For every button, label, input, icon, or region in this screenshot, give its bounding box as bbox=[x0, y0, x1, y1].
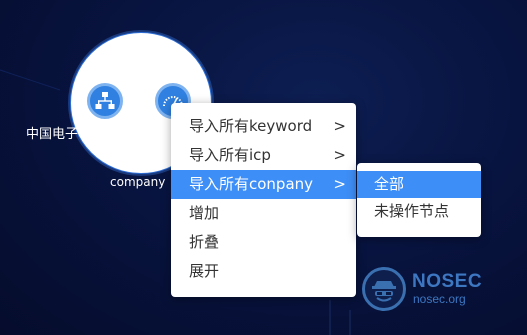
submenu-item-unprocessed[interactable]: 未操作节点 bbox=[357, 198, 481, 225]
chevron-right-icon: > bbox=[333, 146, 346, 164]
submenu-item-label: 未操作节点 bbox=[374, 202, 450, 220]
graph-canvas[interactable]: 中国电子 company 导入所有keyword > 导入所有icp > 导入所… bbox=[0, 0, 527, 335]
nosec-watermark: NOSEC nosec.org bbox=[362, 265, 512, 315]
menu-item-label: 折叠 bbox=[189, 233, 220, 251]
menu-item-import-conpany[interactable]: 导入所有conpany > bbox=[171, 170, 356, 199]
menu-item-label: 导入所有keyword bbox=[189, 117, 313, 135]
submenu-item-all[interactable]: 全部 bbox=[357, 171, 481, 198]
menu-item-label: 导入所有icp bbox=[189, 146, 271, 164]
menu-item-expand[interactable]: 展开 bbox=[171, 257, 356, 286]
menu-item-import-keyword[interactable]: 导入所有keyword > bbox=[171, 112, 356, 141]
watermark-subtitle: nosec.org bbox=[413, 292, 466, 306]
menu-item-import-icp[interactable]: 导入所有icp > bbox=[171, 141, 356, 170]
node-label-left: 中国电子 bbox=[26, 127, 79, 142]
chevron-right-icon: > bbox=[333, 175, 346, 193]
nosec-logo-icon bbox=[362, 267, 406, 311]
menu-item-label: 展开 bbox=[189, 262, 220, 280]
context-menu: 导入所有keyword > 导入所有icp > 导入所有conpany > 增加… bbox=[171, 103, 356, 297]
watermark-title: NOSEC bbox=[412, 271, 483, 292]
org-chart-icon[interactable] bbox=[87, 83, 123, 119]
chevron-right-icon: > bbox=[333, 117, 346, 135]
menu-item-label: 增加 bbox=[189, 204, 220, 222]
submenu-item-label: 全部 bbox=[374, 175, 405, 193]
menu-item-collapse[interactable]: 折叠 bbox=[171, 228, 356, 257]
submenu: 全部 未操作节点 bbox=[357, 163, 481, 237]
node-label-company: company bbox=[110, 175, 166, 189]
menu-item-label: 导入所有conpany bbox=[189, 175, 314, 193]
menu-item-add[interactable]: 增加 bbox=[171, 199, 356, 228]
